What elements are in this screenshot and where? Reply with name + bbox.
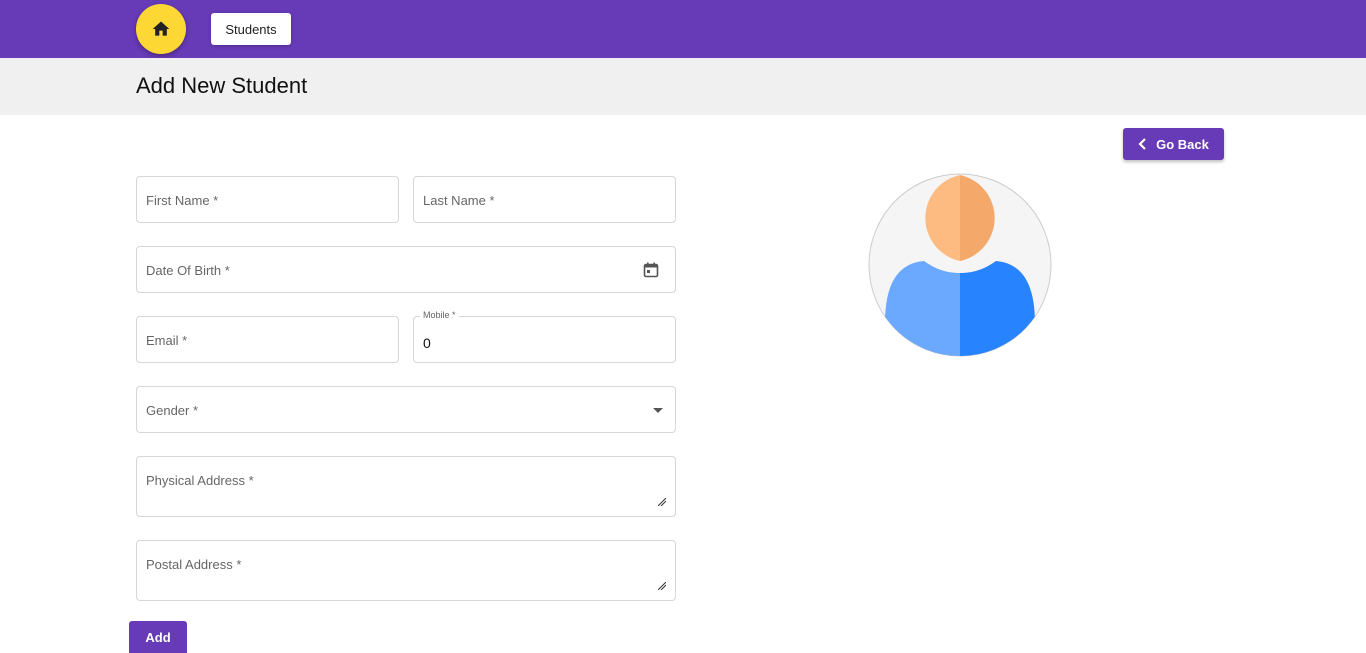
resize-handle-icon[interactable]	[658, 498, 666, 506]
physical-address-field[interactable]: Physical Address *	[136, 456, 676, 517]
date-of-birth-label: Date Of Birth *	[146, 263, 230, 278]
chevron-left-icon	[1138, 138, 1146, 150]
page-title: Add New Student	[136, 73, 308, 98]
mobile-label: Mobile *	[420, 310, 459, 320]
add-button[interactable]: Add	[129, 621, 187, 653]
mobile-field[interactable]: Mobile * 0	[413, 310, 676, 363]
email-label: Email *	[146, 333, 188, 348]
students-button[interactable]: Students	[211, 13, 291, 45]
last-name-label: Last Name *	[423, 193, 495, 208]
first-name-field[interactable]: First Name *	[136, 176, 399, 223]
go-back-button[interactable]: Go Back	[1123, 128, 1224, 160]
physical-address-label: Physical Address *	[146, 473, 254, 488]
email-field[interactable]: Email *	[136, 316, 399, 363]
gender-label: Gender *	[146, 403, 199, 418]
last-name-field[interactable]: Last Name *	[413, 176, 676, 223]
date-of-birth-field[interactable]: Date Of Birth *	[136, 246, 676, 293]
resize-handle-icon[interactable]	[658, 582, 666, 590]
go-back-label: Go Back	[1156, 136, 1209, 152]
user-avatar-icon	[868, 173, 1052, 357]
first-name-label: First Name *	[146, 193, 219, 208]
home-button[interactable]	[136, 4, 186, 54]
postal-address-label: Postal Address *	[146, 557, 242, 572]
dropdown-arrow-icon	[653, 408, 663, 413]
home-icon	[152, 21, 170, 36]
calendar-icon[interactable]	[643, 262, 659, 278]
mobile-value: 0	[423, 335, 431, 351]
postal-address-field[interactable]: Postal Address *	[136, 540, 676, 601]
gender-select[interactable]: Gender *	[136, 386, 676, 433]
top-app-bar	[0, 0, 1366, 58]
